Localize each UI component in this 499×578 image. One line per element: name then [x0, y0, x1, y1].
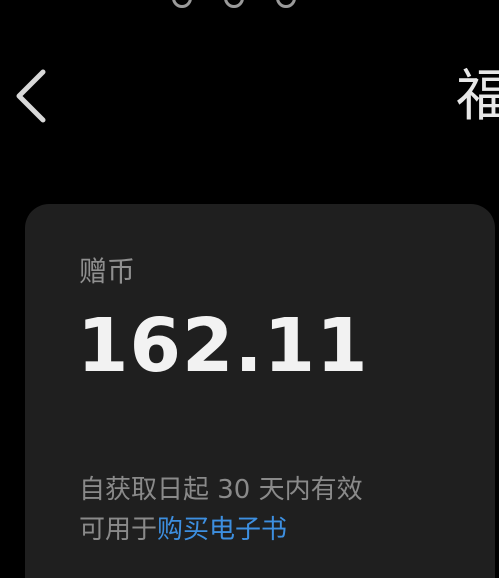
- buy-ebook-link[interactable]: 购买电子书: [157, 515, 287, 545]
- coin-balance: 162.11: [77, 303, 369, 389]
- coin-balance-card: 赠币 162.11 自获取日起 30 天内有效 可用于购买电子书: [25, 204, 495, 578]
- page-title: 福: [456, 64, 499, 129]
- card-label: 赠币: [79, 255, 136, 288]
- screen: 福 赠币 162.11 自获取日起 30 天内有效 可用于购买电子书: [0, 0, 499, 578]
- status-bar: [0, 0, 499, 12]
- back-button[interactable]: [8, 66, 54, 126]
- status-icon: [172, 0, 192, 8]
- chevron-left-icon: [16, 69, 46, 123]
- usage-prefix: 可用于: [79, 515, 158, 545]
- validity-text: 自获取日起 30 天内有效: [79, 475, 363, 505]
- status-icon: [224, 0, 244, 8]
- usage-text: 可用于购买电子书: [79, 512, 287, 548]
- status-icon: [276, 0, 296, 8]
